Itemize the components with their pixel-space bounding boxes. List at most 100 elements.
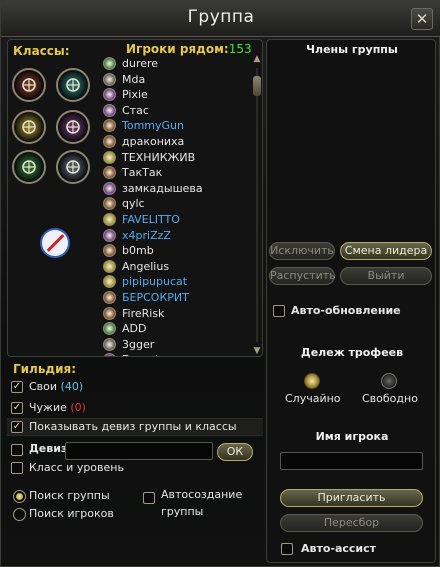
show-motto-checkbox[interactable]: ✓	[11, 421, 23, 433]
disband-button[interactable]: Распустить	[269, 267, 336, 285]
player-class-icon	[103, 322, 116, 336]
player-row[interactable]: ADD	[100, 321, 250, 337]
player-row[interactable]: FireRisk	[100, 306, 250, 322]
own-guild-label: Свои (40)	[29, 380, 83, 393]
leave-button[interactable]: Выйти	[340, 267, 432, 285]
ranger-class-icon[interactable]	[12, 150, 46, 184]
auto-create-label-2: группы	[161, 505, 204, 518]
auto-create-checkbox[interactable]	[143, 492, 155, 504]
loot-header: Дележ трофеев	[300, 346, 404, 359]
group-window: Группа ✕ Классы: Игроки рядом:153 durere…	[0, 0, 440, 567]
player-row[interactable]: b0mb	[100, 243, 250, 259]
player-row[interactable]: pipipupucat	[100, 274, 250, 290]
player-class-icon	[103, 119, 116, 133]
player-class-icon	[103, 306, 116, 320]
change-leader-button[interactable]: Смена лидера	[340, 242, 432, 260]
invite-button[interactable]: Пригласить	[280, 489, 423, 507]
search-players-label: Поиск игроков	[29, 507, 114, 520]
player-class-icon	[103, 57, 116, 70]
search-players-radio[interactable]	[13, 508, 26, 521]
player-name: Mda	[122, 72, 146, 86]
player-class-icon	[103, 166, 116, 180]
player-name: БЕРСОКРИТ	[122, 290, 189, 304]
player-row[interactable]: Стас	[100, 103, 250, 119]
player-class-icon	[103, 244, 116, 258]
class-level-label: Класс и уровень	[29, 461, 124, 474]
player-row[interactable]: ТЕХНИКЖИВ	[100, 150, 250, 166]
player-row[interactable]: Executor	[100, 352, 250, 356]
motto-checkbox[interactable]	[11, 444, 23, 456]
player-name: дракониха	[122, 134, 185, 148]
player-row[interactable]: x4priZzZ	[100, 228, 250, 244]
motto-label: Девиз	[29, 442, 68, 455]
own-guild-checkbox[interactable]: ✓	[11, 381, 23, 393]
player-row[interactable]: БЕРСОКРИТ	[100, 290, 250, 306]
player-class-icon	[103, 337, 116, 351]
player-row[interactable]: замкадышева	[100, 181, 250, 197]
player-class-icon	[103, 103, 116, 117]
loot-random-label: Случайно	[285, 392, 341, 405]
auto-update-checkbox[interactable]	[273, 305, 285, 317]
player-row[interactable]: durere	[100, 56, 250, 72]
player-class-icon	[103, 150, 116, 164]
player-row[interactable]: Pixie	[100, 87, 250, 103]
player-row[interactable]: FAVELITTO	[100, 212, 250, 228]
player-name: qylc	[122, 197, 145, 211]
nearby-panel: Классы: Игроки рядом:153 durere Mda Pixie С…	[7, 39, 263, 357]
player-row[interactable]: 3gger	[100, 337, 250, 353]
motto-ok-button[interactable]: ОК	[217, 443, 253, 461]
scroll-thumb[interactable]	[253, 76, 261, 96]
loot-free-icon[interactable]	[381, 373, 397, 389]
scroll-down-icon[interactable]: ▼	[252, 346, 262, 356]
player-row[interactable]: Angelius	[100, 259, 250, 275]
player-list: durere Mda Pixie Стас TommyGun дракониха ТЕХНИ…	[100, 56, 250, 356]
player-name: замкадышева	[122, 181, 203, 195]
reorder-button[interactable]: Пересбор	[280, 514, 423, 532]
search-group-radio[interactable]	[13, 490, 26, 503]
mage-class-icon[interactable]	[56, 68, 90, 102]
players-nearby-label: Игроки рядом:	[126, 42, 229, 56]
scroll-track[interactable]	[256, 68, 258, 342]
player-row[interactable]: TommyGun	[100, 118, 250, 134]
members-header: Члены группы	[306, 43, 398, 56]
player-name: ADD	[122, 322, 147, 336]
player-class-icon	[103, 290, 116, 304]
loot-random-icon[interactable]	[304, 373, 320, 389]
classes-label: Классы:	[13, 44, 70, 58]
kick-button[interactable]: Исключить	[269, 242, 335, 260]
priest-class-icon[interactable]	[12, 110, 46, 144]
auto-create-label-1: Автосоздание	[161, 488, 243, 501]
player-class-icon	[103, 259, 116, 273]
auto-assist-checkbox[interactable]	[281, 543, 293, 555]
player-name: ТакТак	[122, 166, 163, 180]
player-name-input[interactable]	[280, 452, 423, 470]
foreign-guild-checkbox[interactable]: ✓	[11, 402, 23, 414]
player-name-header: Имя игрока	[315, 430, 389, 443]
player-class-icon	[103, 228, 116, 242]
assassin-class-icon[interactable]	[56, 150, 90, 184]
window-title: Группа	[187, 7, 255, 27]
player-class-icon	[103, 72, 116, 86]
warlock-class-icon[interactable]	[56, 110, 90, 144]
close-button[interactable]: ✕	[411, 8, 433, 30]
warrior-class-icon[interactable]	[12, 68, 46, 102]
class-level-checkbox[interactable]	[11, 462, 23, 474]
player-row[interactable]: дракониха	[100, 134, 250, 150]
own-guild-text: Свои	[29, 380, 58, 393]
guild-label: Гильдия:	[13, 362, 77, 376]
player-name: FireRisk	[122, 306, 165, 320]
scroll-up-icon[interactable]: ▲	[252, 54, 262, 64]
foreign-guild-text: Чужие	[29, 401, 67, 414]
motto-input[interactable]	[65, 442, 213, 460]
player-class-icon	[103, 181, 116, 195]
player-list-scrollbar[interactable]: ▲ ▼	[252, 54, 262, 356]
players-nearby-header: Игроки рядом:153	[126, 42, 252, 56]
search-group-label: Поиск группы	[29, 489, 110, 502]
title-bar[interactable]: Группа ✕	[1, 1, 440, 37]
player-class-icon	[103, 197, 116, 211]
player-row[interactable]: ТакТак	[100, 165, 250, 181]
player-row[interactable]: qylc	[100, 196, 250, 212]
no-class-icon[interactable]	[40, 228, 70, 258]
player-row[interactable]: Mda	[100, 72, 250, 88]
player-name: Executor	[122, 353, 170, 356]
